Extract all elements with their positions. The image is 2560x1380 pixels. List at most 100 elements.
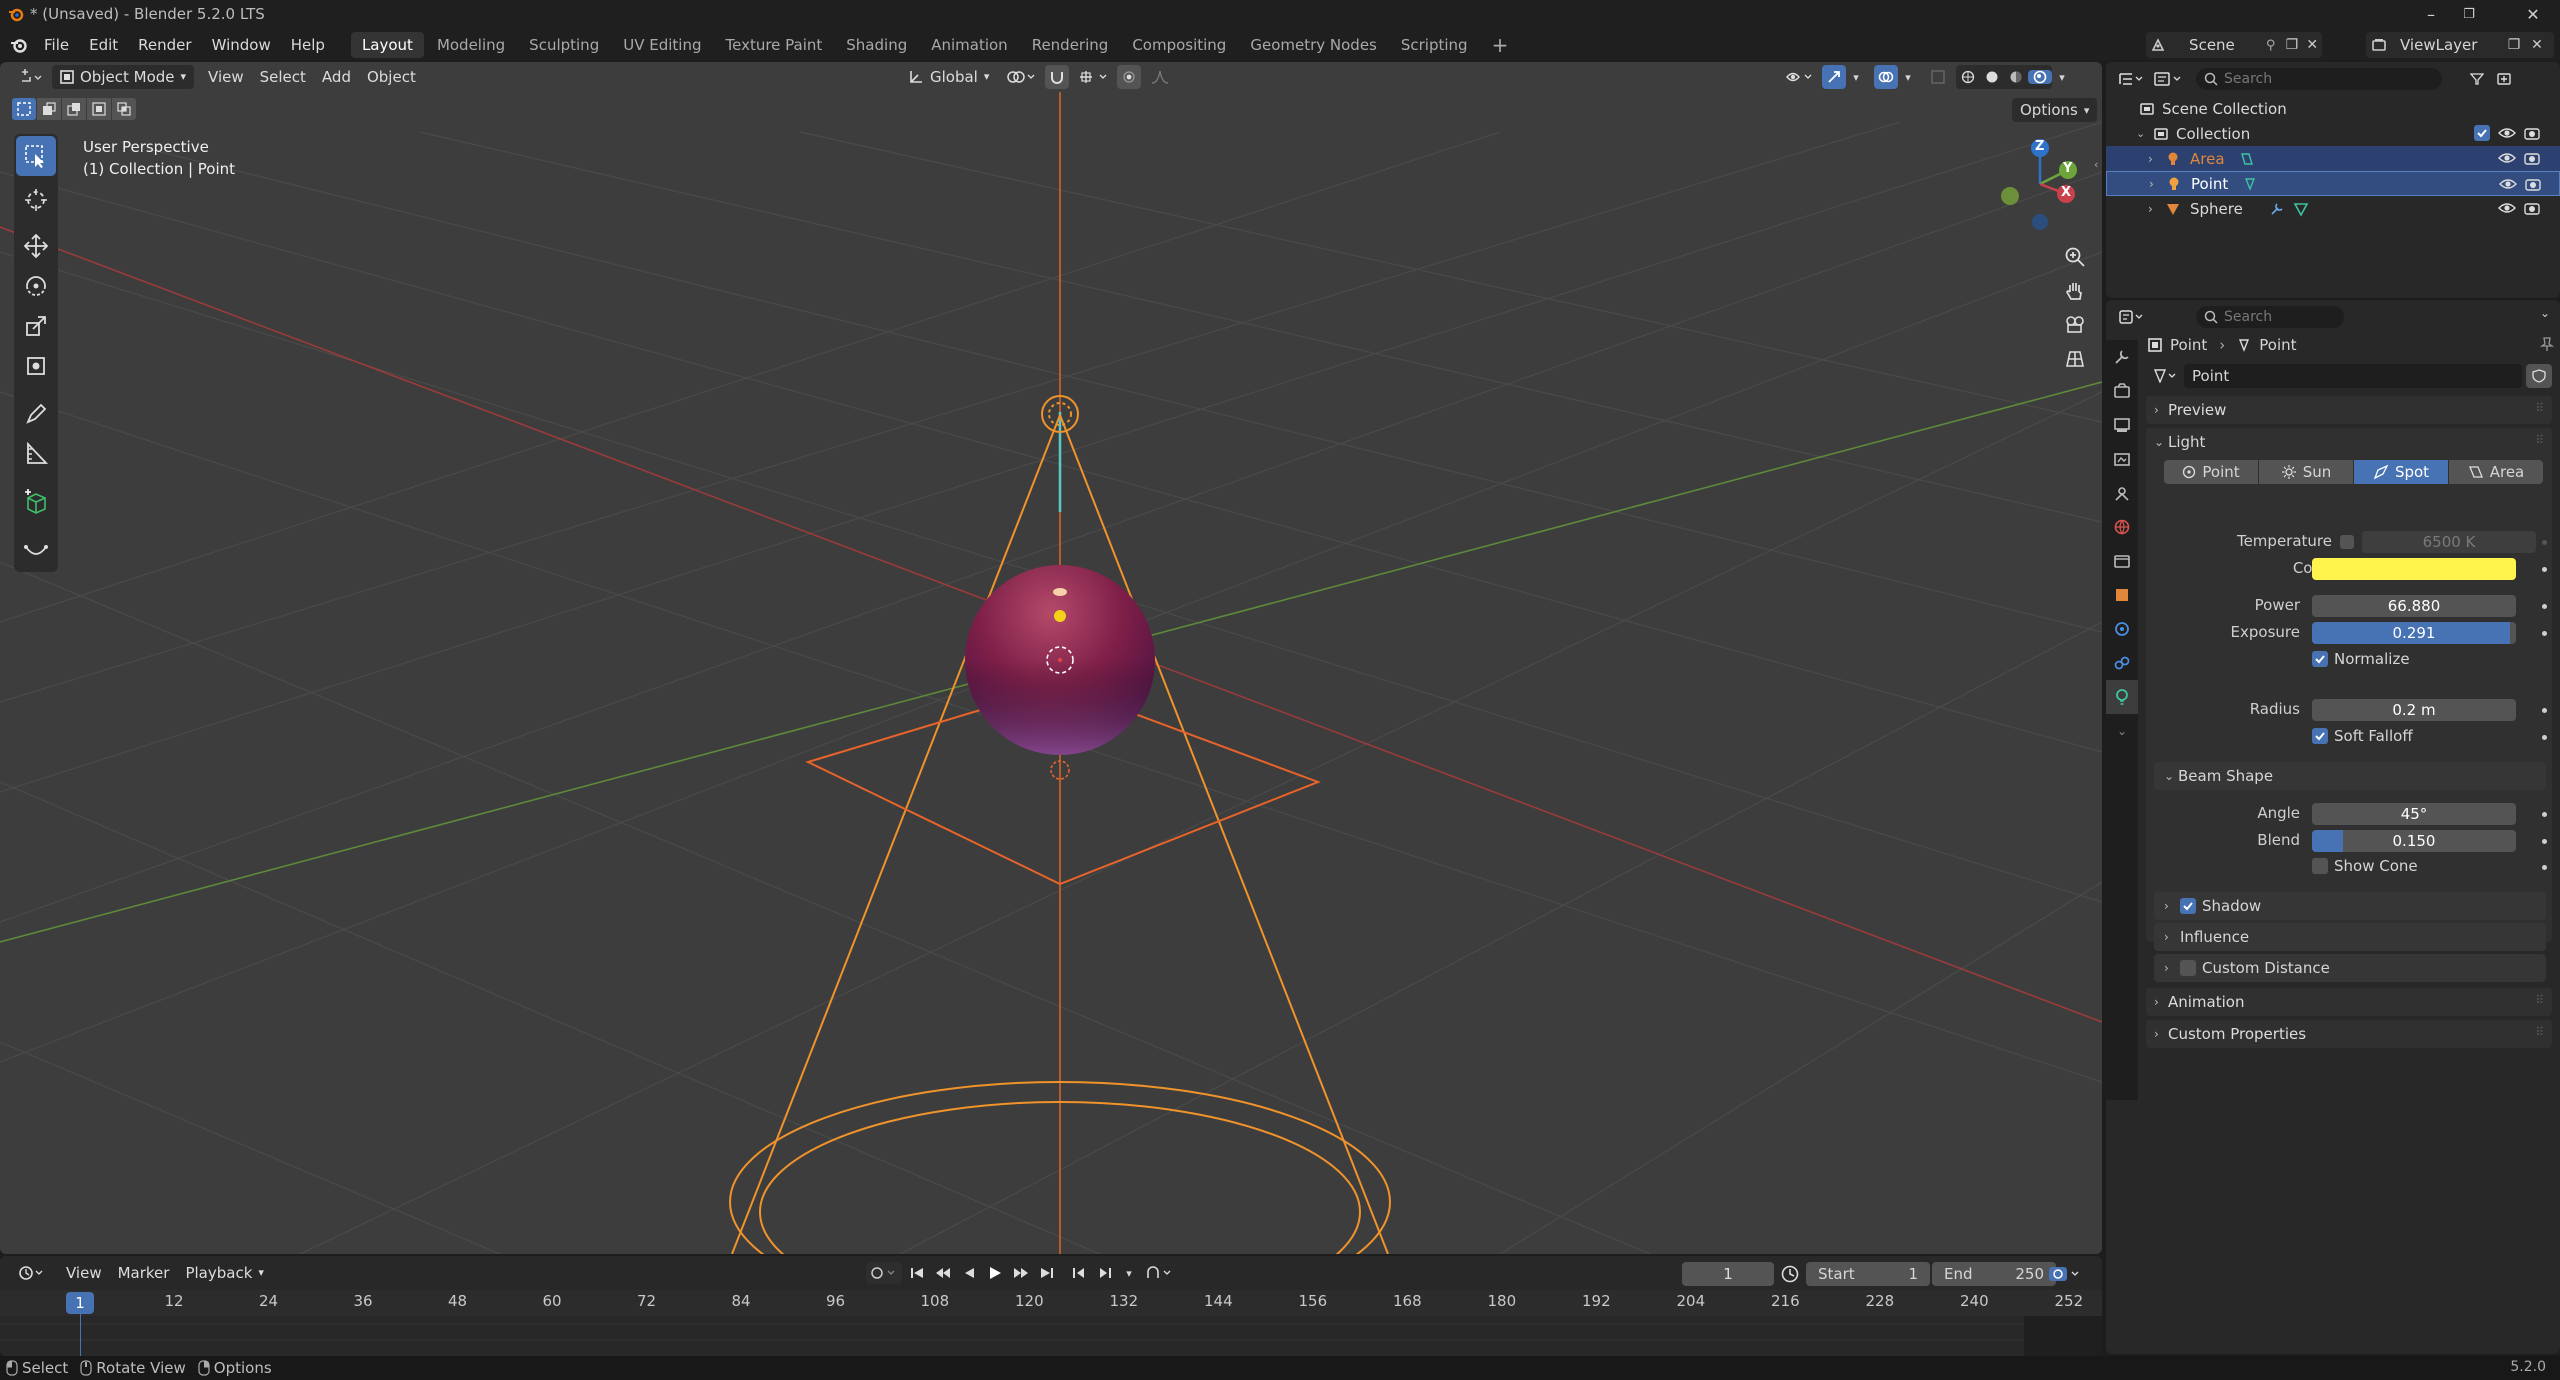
menu-help[interactable]: Help [281,32,335,58]
viewport-menu-view[interactable]: View [200,65,252,89]
sidebar-toggle-icon[interactable]: ‹ [2094,158,2098,171]
timeline-editor-type-icon[interactable] [14,1265,48,1281]
play-reverse-icon[interactable] [958,1262,980,1284]
properties-options-icon[interactable]: ⌄ [2540,306,2550,320]
playhead-frame[interactable]: 1 [66,1292,94,1314]
sync-mode-icon[interactable] [1142,1262,1178,1284]
curve-tool[interactable] [16,530,56,570]
exposure-slider[interactable]: 0.291 [2312,622,2516,644]
blender-menu-icon[interactable] [8,36,30,54]
new-collection-icon[interactable] [2492,71,2516,87]
tool-tab-icon[interactable] [2106,340,2138,374]
tab-geometry-nodes[interactable]: Geometry Nodes [1239,32,1388,58]
snap-toggle-icon[interactable] [1045,65,1070,89]
tab-texture-paint[interactable]: Texture Paint [714,32,833,58]
light-type-area[interactable]: Area [2449,460,2543,484]
select-extend-icon[interactable] [37,98,61,120]
rotate-tool[interactable] [16,266,56,306]
keyframe-dropdown-icon[interactable]: ▾ [1120,1262,1138,1284]
panel-light-header[interactable]: ⌄ Light ⠿ [2146,428,2552,456]
onion-dropdown-icon[interactable] [2044,1263,2084,1285]
viewport-menu-add[interactable]: Add [314,65,359,89]
subpanel-shadow[interactable]: › Shadow [2154,892,2546,920]
tab-animation[interactable]: Animation [920,32,1018,58]
soft-falloff-toggle[interactable]: Soft Falloff [2312,727,2413,745]
outliner-search[interactable]: Search [2196,68,2442,90]
output-tab-icon[interactable] [2106,408,2138,442]
start-frame-field[interactable]: Start 1 [1806,1262,1930,1286]
exclude-checkbox[interactable] [2474,125,2490,141]
animate-dot-icon[interactable] [2542,631,2547,636]
transform-orientation-selector[interactable]: Global ▾ [900,65,997,89]
close-icon[interactable]: ✕ [2522,4,2544,26]
view-layer-tab-icon[interactable] [2106,442,2138,476]
menu-window[interactable]: Window [202,32,281,58]
temperature-checkbox[interactable] [2340,535,2354,549]
subpanel-beam-shape[interactable]: ⌄ Beam Shape [2154,762,2546,790]
animate-dot-icon[interactable] [2542,708,2547,713]
add-cube-tool[interactable] [16,482,56,522]
visibility-selector-icon[interactable] [1780,65,1820,89]
timeline-menu-marker[interactable]: Marker [110,1261,178,1285]
viewport-3d[interactable]: Object Mode ▾ View Select Add Object Glo… [0,62,2102,1254]
constraints-tab-icon[interactable] [2106,646,2138,680]
scene-tab-icon[interactable] [2106,476,2138,510]
soft-falloff-checkbox[interactable] [2312,728,2328,744]
eye-icon[interactable] [2498,124,2516,142]
add-workspace-button[interactable]: + [1481,32,1520,58]
wireframe-shading-icon[interactable] [1956,70,1980,84]
tab-layout[interactable]: Layout [350,32,424,58]
outliner-scene-collection[interactable]: Scene Collection [2106,96,2560,121]
render-camera-icon[interactable] [2525,176,2541,192]
render-tab-icon[interactable] [2106,374,2138,408]
light-type-spot[interactable]: Spot [2354,460,2448,484]
animate-dot-icon[interactable] [2542,839,2547,844]
outliner-editor-type-icon[interactable] [2114,71,2148,87]
scale-tool[interactable] [16,306,56,346]
measure-tool[interactable] [16,434,56,474]
world-tab-icon[interactable] [2106,510,2138,544]
more-tabs-icon[interactable]: ⌄ [2106,714,2138,748]
power-field[interactable]: 66.880 [2312,595,2516,617]
select-new-icon[interactable] [12,98,36,120]
solid-shading-icon[interactable] [1980,70,2004,84]
expand-collapse-icon[interactable]: ⌄ [2136,127,2150,140]
end-frame-field[interactable]: End 250 [1932,1262,2056,1286]
expand-icon[interactable]: › [2148,152,2162,166]
cursor-tool[interactable] [16,180,56,220]
filter-icon[interactable] [2462,73,2492,85]
timeline-track-area[interactable] [0,1314,2102,1354]
jump-keyframe-forward-icon[interactable] [1010,1262,1032,1284]
menu-file[interactable]: File [34,32,79,58]
pan-hand-icon[interactable] [2058,274,2092,308]
expand-icon[interactable]: › [2149,177,2163,191]
navigation-gizmo[interactable]: Z Y X [1990,134,2090,234]
autokey-icon[interactable] [866,1262,902,1284]
camera-view-icon[interactable] [2058,308,2092,342]
normalize-checkbox[interactable] [2312,651,2328,667]
drag-handle-icon[interactable]: ⠿ [2535,1025,2544,1039]
select-invert-icon[interactable] [87,98,111,120]
outliner-collection-row[interactable]: ⌄ Collection [2106,121,2560,146]
maximize-icon[interactable]: ❐ [2458,4,2480,26]
eye-icon[interactable] [2499,175,2517,193]
tab-shading[interactable]: Shading [835,32,918,58]
select-subtract-icon[interactable] [62,98,86,120]
tab-compositing[interactable]: Compositing [1121,32,1237,58]
transform-tool[interactable] [16,346,56,386]
view-layer-selector[interactable]: ViewLayer ❐ ✕ [2366,32,2554,58]
tab-rendering[interactable]: Rendering [1021,32,1120,58]
animate-dot-icon[interactable] [2542,812,2547,817]
panel-animation[interactable]: › Animation ⠿ [2146,988,2552,1016]
light-datablock-name[interactable]: Point [2184,364,2522,388]
outliner-item-point[interactable]: › Point [2106,171,2560,196]
temperature-field[interactable]: 6500 K [2362,531,2536,553]
render-camera-icon[interactable] [2524,125,2540,141]
physics-tab-icon[interactable] [2106,612,2138,646]
animate-dot-icon[interactable] [2542,540,2547,545]
gizmo-dropdown-icon[interactable]: ▾ [1848,65,1864,89]
tab-uv-editing[interactable]: UV Editing [612,32,712,58]
object-tab-icon[interactable] [2106,578,2138,612]
light-color-swatch[interactable] [2312,558,2516,580]
shadow-checkbox[interactable] [2180,898,2196,914]
